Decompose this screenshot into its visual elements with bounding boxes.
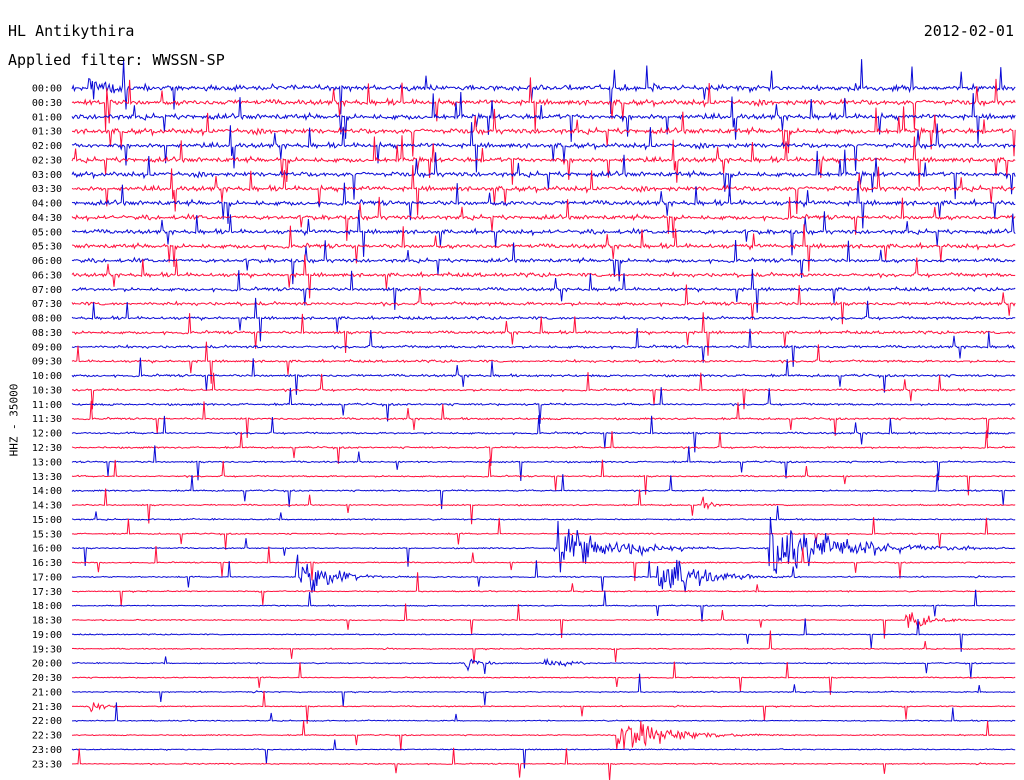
trace-row [72,720,1016,751]
trace-row [71,77,1016,131]
time-label: 18:00 [32,601,62,612]
time-label: 19:00 [32,630,62,641]
trace-row [72,702,1016,723]
time-label: 08:30 [32,328,62,339]
trace-row [71,618,1016,652]
time-label: 03:30 [32,184,62,195]
trace-row [71,656,1016,679]
time-label: 16:30 [32,558,62,569]
trace-row [71,149,1016,200]
time-label: 08:00 [32,314,62,325]
trace-row [71,673,1016,707]
time-label: 10:30 [32,385,62,396]
time-label: 11:00 [32,400,62,411]
time-label: 21:00 [32,687,62,698]
time-label: 16:00 [32,544,62,555]
time-label: 20:00 [32,659,62,670]
trace-row [71,415,1016,453]
trace-row [71,430,1016,467]
trace-row [71,312,1016,356]
trace-row [71,106,1016,157]
trace-row [71,661,1016,695]
time-label: 17:30 [32,587,62,598]
trace-row [71,690,1016,724]
time-label: 11:30 [32,414,62,425]
time-label: 17:00 [32,572,62,583]
time-label: 09:00 [32,342,62,353]
time-label: 02:30 [32,155,62,166]
trace-row [71,372,1016,410]
helicorder-canvas: 00:00 00:30 01:00 01:30 02:00 02:30 03:00 03:30… [32,59,1016,780]
time-label: 04:30 [32,213,62,224]
helicorder-plot: HL Antikythira 2012-02-01 Applied filter… [0,0,1024,780]
trace-row [71,747,1016,780]
time-label-layer: 00:00 00:30 01:00 01:30 02:00 02:30 03:00 03:30… [32,84,62,771]
time-label: 06:30 [32,270,62,281]
time-label: 00:30 [32,98,62,109]
time-label: 00:00 [32,84,62,95]
time-label: 06:00 [32,256,62,267]
trace-row [71,59,1016,115]
time-label: 05:00 [32,227,62,238]
time-label: 05:30 [32,242,62,253]
trace-row [71,473,1016,510]
trace-row [72,603,1016,639]
time-label: 19:30 [32,644,62,655]
trace-layer [71,59,1016,780]
trace-row [72,589,1016,622]
time-label: 18:30 [32,616,62,627]
trace-row [71,630,1016,664]
time-label: 15:00 [32,515,62,526]
trace-row [71,91,1016,144]
time-label: 15:30 [32,529,62,540]
time-label: 12:30 [32,443,62,454]
time-label: 20:30 [32,673,62,684]
time-label: 23:00 [32,745,62,756]
time-label: 01:30 [32,127,62,138]
time-label: 02:00 [32,141,62,152]
trace-row [71,517,1016,550]
trace-row [71,572,1016,607]
time-label: 01:00 [32,112,62,123]
time-label: 09:30 [32,357,62,368]
time-label: 14:30 [32,501,62,512]
time-label: 12:00 [32,429,62,440]
trace-row [71,554,1016,593]
time-label: 10:00 [32,371,62,382]
time-label: 21:30 [32,702,62,713]
time-label: 07:00 [32,285,62,296]
time-label: 07:30 [32,299,62,310]
time-label: 23:30 [32,759,62,770]
time-label: 14:00 [32,486,62,497]
time-label: 03:00 [32,170,62,181]
time-label: 22:30 [32,731,62,742]
time-label: 13:00 [32,457,62,468]
time-label: 22:00 [32,716,62,727]
time-label: 04:00 [32,199,62,210]
time-label: 13:30 [32,472,62,483]
